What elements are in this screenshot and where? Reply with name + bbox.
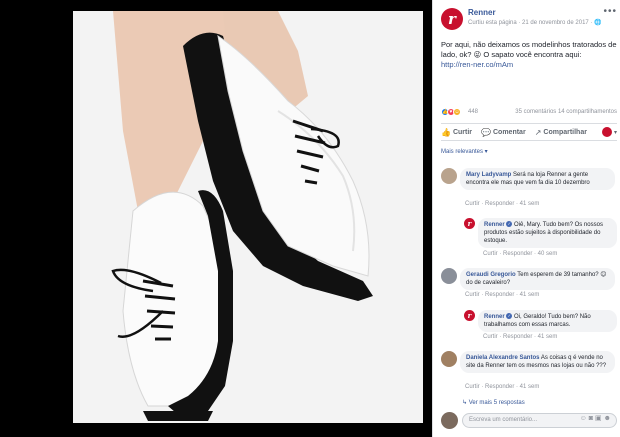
- comment-actions[interactable]: Curtir · Responder · 41 sem: [465, 201, 539, 207]
- post-link[interactable]: http://ren-ner.co/mAm: [441, 60, 617, 70]
- like-button[interactable]: 👍 Curtir: [441, 128, 472, 137]
- reply-actions[interactable]: Curtir · Responder · 41 sem: [483, 334, 557, 340]
- reply-author-name[interactable]: Renner: [484, 314, 505, 320]
- comment-button[interactable]: 💬 Comentar: [481, 128, 526, 137]
- photo-viewer: [0, 0, 432, 437]
- haha-reaction-icon: ☺: [453, 108, 461, 116]
- post-caption: Por aqui, não deixamos os modelinhos tra…: [441, 40, 617, 59]
- current-user-avatar: [441, 412, 458, 429]
- page-name-link[interactable]: Renner: [468, 8, 496, 17]
- verified-badge-icon: ✓: [506, 313, 513, 320]
- reply-author-name[interactable]: Renner: [484, 222, 505, 228]
- comment-actions[interactable]: Curtir · Responder · 41 sem: [465, 384, 539, 390]
- post-meta: Curtiu esta página · 21 de novembro de 2…: [468, 20, 602, 26]
- page-reply-avatar[interactable]: r: [464, 310, 475, 321]
- comment-bubble: Geraudi Gregorio Tem esperem de 39 taman…: [460, 268, 615, 290]
- commenter-name[interactable]: Geraudi Gregorio: [466, 272, 516, 278]
- comment-label: Comentar: [493, 128, 526, 136]
- commenter-avatar[interactable]: [441, 268, 457, 284]
- share-icon: ↗: [534, 127, 542, 137]
- thumbs-up-icon: 👍: [441, 127, 451, 137]
- composer-tools: ☺◙▣☻: [580, 414, 613, 422]
- reply-actions[interactable]: Curtir · Responder · 40 sem: [483, 251, 557, 257]
- post-text: Por aqui, não deixamos os modelinhos tra…: [441, 40, 617, 70]
- reactions-summary: 👍 ♥ ☺ 448 35 comentários 14 compartilham…: [441, 107, 617, 119]
- comment-sort-selector[interactable]: Mais relevantes ▾: [441, 148, 488, 155]
- page-avatar[interactable]: r: [441, 8, 463, 30]
- gif-icon[interactable]: ▣: [595, 415, 604, 422]
- reply-bubble: Renner ✓ Oiê, Mary. Tudo bem? Os nossos …: [478, 218, 617, 248]
- reaction-count[interactable]: 448: [468, 109, 478, 115]
- post-panel: r Renner Curtiu esta página · 21 de nove…: [432, 0, 620, 437]
- comment-bubble: Mary Ladyvamp Será na loja Renner a gent…: [460, 168, 615, 190]
- post-as-selector[interactable]: ▾: [601, 127, 617, 137]
- comment-bubble: Daniela Alexandre Santos As coisas q é v…: [460, 351, 615, 373]
- page-reply-avatar[interactable]: r: [464, 218, 475, 229]
- emoji-icon[interactable]: ☺: [580, 415, 589, 422]
- share-button[interactable]: ↗ Compartilhar: [535, 128, 587, 137]
- comment-icon: 💬: [481, 127, 491, 137]
- comment-composer: Escreva um comentário... ☺◙▣☻: [441, 411, 617, 431]
- comment-share-stats[interactable]: 35 comentários 14 compartilhamentos: [515, 109, 617, 115]
- commenter-avatar[interactable]: [441, 168, 457, 184]
- chevron-down-icon: ▾: [613, 129, 617, 136]
- action-bar: 👍 Curtir 💬 Comentar ↗ Compartilhar ▾: [441, 123, 617, 141]
- commenter-name[interactable]: Mary Ladyvamp: [466, 172, 511, 178]
- shoe-photo-illustration: [73, 11, 423, 423]
- sticker-icon[interactable]: ☻: [604, 415, 613, 422]
- reaction-icons[interactable]: 👍 ♥ ☺: [441, 108, 461, 116]
- share-label: Compartilhar: [543, 128, 587, 136]
- commenter-avatar[interactable]: [441, 351, 457, 367]
- like-label: Curtir: [452, 128, 473, 136]
- post-header: r Renner Curtiu esta página · 21 de nove…: [441, 6, 617, 34]
- more-options-icon[interactable]: •••: [603, 6, 617, 17]
- post-as-avatar: [601, 127, 612, 137]
- post-photo[interactable]: [73, 11, 423, 423]
- reply-bubble: Renner ✓ Oi, Geraldo! Tudo bem? Não trab…: [478, 310, 617, 332]
- commenter-name[interactable]: Daniela Alexandre Santos: [466, 355, 539, 361]
- verified-badge-icon: ✓: [506, 221, 513, 228]
- comment-actions[interactable]: Curtir · Responder · 41 sem: [465, 292, 539, 298]
- view-more-replies-link[interactable]: ↳ Ver mais 5 respostas: [462, 399, 525, 406]
